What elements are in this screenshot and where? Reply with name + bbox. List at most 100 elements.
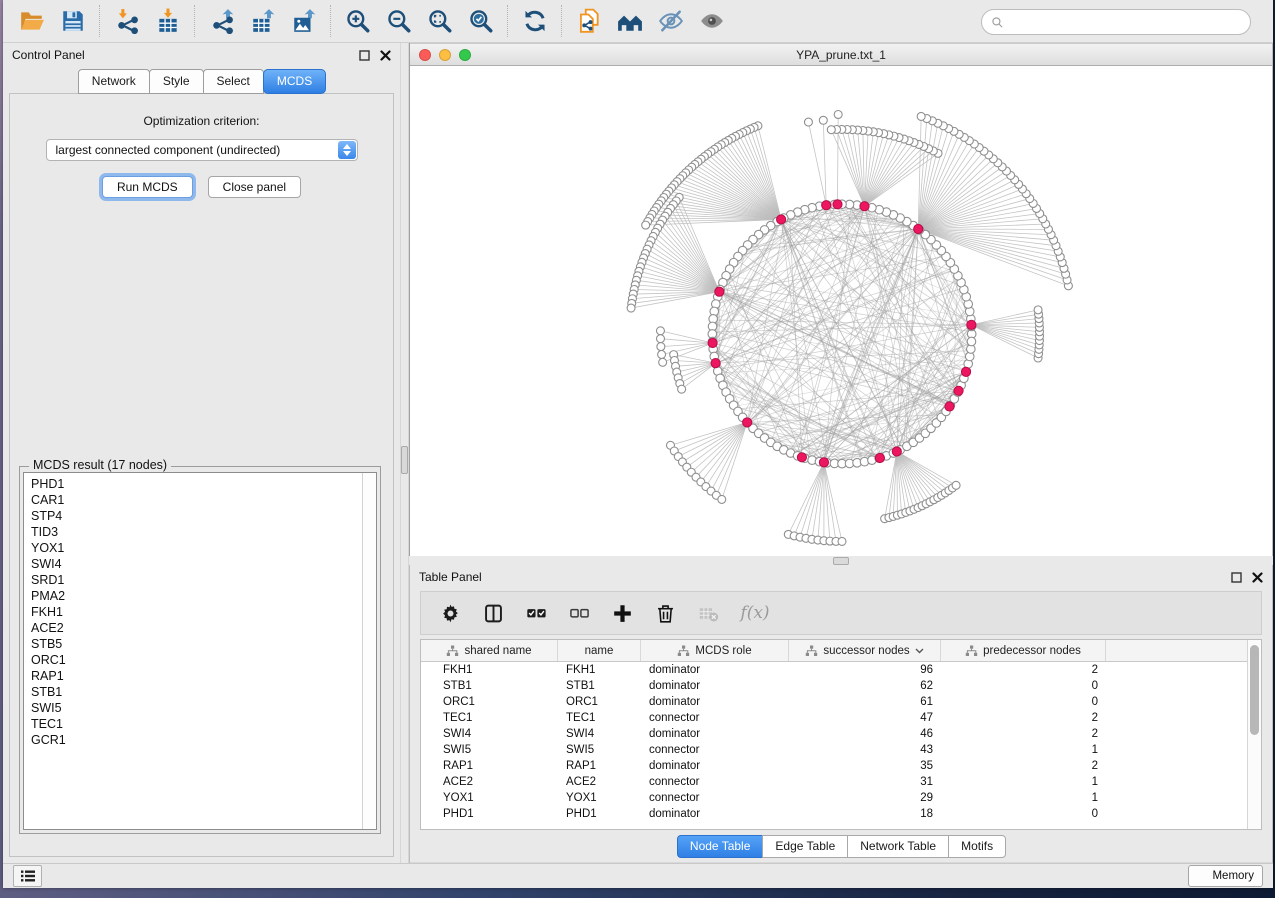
zoom-fit-button[interactable] (419, 4, 460, 38)
mcds-result-item[interactable]: SRD1 (31, 572, 362, 588)
tab-network[interactable]: Network (78, 69, 150, 94)
result-list-scrollbar[interactable] (362, 473, 376, 829)
mcds-result-title: MCDS result (17 nodes) (29, 458, 171, 472)
open-file-button[interactable] (11, 4, 52, 38)
cell-predecessor-nodes: 2 (941, 728, 1106, 740)
column-header-predecessor-nodes[interactable]: predecessor nodes (941, 640, 1106, 661)
column-layout-button[interactable] (480, 600, 506, 626)
tab-style[interactable]: Style (149, 69, 204, 94)
float-table-panel-icon[interactable] (1230, 571, 1242, 583)
vertical-splitter[interactable] (400, 43, 409, 863)
column-header-MCDS-role[interactable]: MCDS role (641, 640, 789, 661)
mcds-result-item[interactable]: GCR1 (31, 732, 362, 748)
tab-mcds[interactable]: MCDS (263, 69, 326, 94)
zoom-in-button[interactable] (337, 4, 378, 38)
mcds-result-item[interactable]: SWI4 (31, 556, 362, 572)
save-session-button[interactable] (52, 4, 93, 38)
mcds-result-item[interactable]: TID3 (31, 524, 362, 540)
close-table-panel-icon[interactable] (1251, 571, 1263, 583)
cell-name: FKH1 (558, 664, 641, 676)
open-folder-icon (19, 8, 45, 34)
network-window-titlebar[interactable]: YPA_prune.txt_1 (410, 43, 1272, 66)
mcds-result-item[interactable]: CAR1 (31, 492, 362, 508)
show-panels-button[interactable] (13, 865, 42, 887)
mcds-result-item[interactable]: PMA2 (31, 588, 362, 604)
mcds-result-item[interactable]: PHD1 (31, 476, 362, 492)
mcds-result-item[interactable]: YOX1 (31, 540, 362, 556)
import-network-button[interactable] (106, 4, 147, 38)
mcds-result-item[interactable]: ORC1 (31, 652, 362, 668)
mcds-result-item[interactable]: STP4 (31, 508, 362, 524)
export-table-icon (250, 8, 276, 34)
add-column-button[interactable] (609, 600, 635, 626)
table-row[interactable]: SWI5SWI5connector431 (421, 742, 1247, 758)
horizontal-splitter[interactable] (409, 556, 1273, 565)
first-neighbors-button[interactable] (609, 4, 650, 38)
column-header-name[interactable]: name (558, 640, 641, 661)
table-scrollbar[interactable] (1247, 640, 1261, 829)
mcds-result-item[interactable]: STB5 (31, 636, 362, 652)
column-header-successor-nodes[interactable]: successor nodes (789, 640, 941, 661)
mcds-result-item[interactable]: RAP1 (31, 668, 362, 684)
mcds-tab-content: Optimization criterion: largest connecte… (9, 93, 394, 857)
tab-node-table[interactable]: Node Table (677, 835, 764, 858)
mcds-result-item[interactable]: ACE2 (31, 620, 362, 636)
application-window: Control Panel NetworkStyleSelectMCDS Opt… (3, 0, 1273, 888)
cell-shared-name: ACE2 (421, 776, 558, 788)
plus-icon (612, 603, 633, 624)
import-table-button[interactable] (147, 4, 188, 38)
table-row[interactable]: TEC1TEC1connector472 (421, 710, 1247, 726)
mcds-result-item[interactable]: FKH1 (31, 604, 362, 620)
network-graph[interactable] (410, 66, 1272, 556)
tab-network-table[interactable]: Network Table (847, 835, 949, 858)
vertical-splitter-handle[interactable] (401, 446, 408, 474)
table-scrollbar-thumb[interactable] (1250, 645, 1259, 735)
search-input[interactable] (1010, 14, 1241, 30)
clone-network-button[interactable] (568, 4, 609, 38)
table-row[interactable]: FKH1FKH1dominator962 (421, 662, 1247, 678)
mcds-result-item[interactable]: STB1 (31, 684, 362, 700)
refresh-layout-button[interactable] (514, 4, 555, 38)
criterion-select[interactable]: largest connected component (undirected) (46, 139, 358, 161)
zoom-out-button[interactable] (378, 4, 419, 38)
table-row[interactable]: STB1STB1dominator620 (421, 678, 1247, 694)
close-window-icon[interactable] (419, 49, 431, 61)
deselect-all-rows-button[interactable] (566, 600, 592, 626)
export-network-button[interactable] (201, 4, 242, 38)
cell-successor-nodes: 47 (789, 712, 941, 724)
memory-button[interactable]: Memory (1188, 865, 1263, 887)
memory-button-label: Memory (1212, 870, 1254, 882)
table-row[interactable]: SWI4SWI4dominator462 (421, 726, 1247, 742)
table-row[interactable]: YOX1YOX1connector291 (421, 790, 1247, 806)
zoom-selected-button[interactable] (460, 4, 501, 38)
tab-motifs[interactable]: Motifs (948, 835, 1006, 858)
hide-selected-button[interactable] (650, 4, 691, 38)
delete-table-button (695, 600, 721, 626)
table-settings-button[interactable] (437, 600, 463, 626)
mcds-result-item[interactable]: TEC1 (31, 716, 362, 732)
delete-column-button[interactable] (652, 600, 678, 626)
show-all-button[interactable] (691, 4, 732, 38)
table-row[interactable]: RAP1RAP1dominator352 (421, 758, 1247, 774)
tab-edge-table[interactable]: Edge Table (762, 835, 848, 858)
float-panel-icon[interactable] (358, 49, 370, 61)
network-canvas[interactable] (410, 66, 1272, 556)
search-box[interactable] (981, 9, 1251, 35)
select-all-rows-button[interactable] (523, 600, 549, 626)
column-header-shared-name[interactable]: shared name (421, 640, 558, 661)
export-table-button[interactable] (242, 4, 283, 38)
table-row[interactable]: ORC1ORC1dominator610 (421, 694, 1247, 710)
export-image-button[interactable] (283, 4, 324, 38)
column-label: shared name (464, 645, 531, 657)
tab-select[interactable]: Select (203, 69, 264, 94)
minimize-window-icon[interactable] (439, 49, 451, 61)
mcds-result-item[interactable]: SWI5 (31, 700, 362, 716)
maximize-window-icon[interactable] (459, 49, 471, 61)
run-mcds-button[interactable]: Run MCDS (102, 176, 193, 198)
close-panel-button[interactable]: Close panel (208, 176, 301, 198)
close-panel-icon[interactable] (379, 49, 391, 61)
table-row[interactable]: PHD1PHD1dominator180 (421, 806, 1247, 822)
table-row[interactable]: ACE2ACE2connector311 (421, 774, 1247, 790)
horizontal-splitter-handle[interactable] (833, 557, 849, 565)
cell-MCDS-role: dominator (641, 680, 789, 692)
